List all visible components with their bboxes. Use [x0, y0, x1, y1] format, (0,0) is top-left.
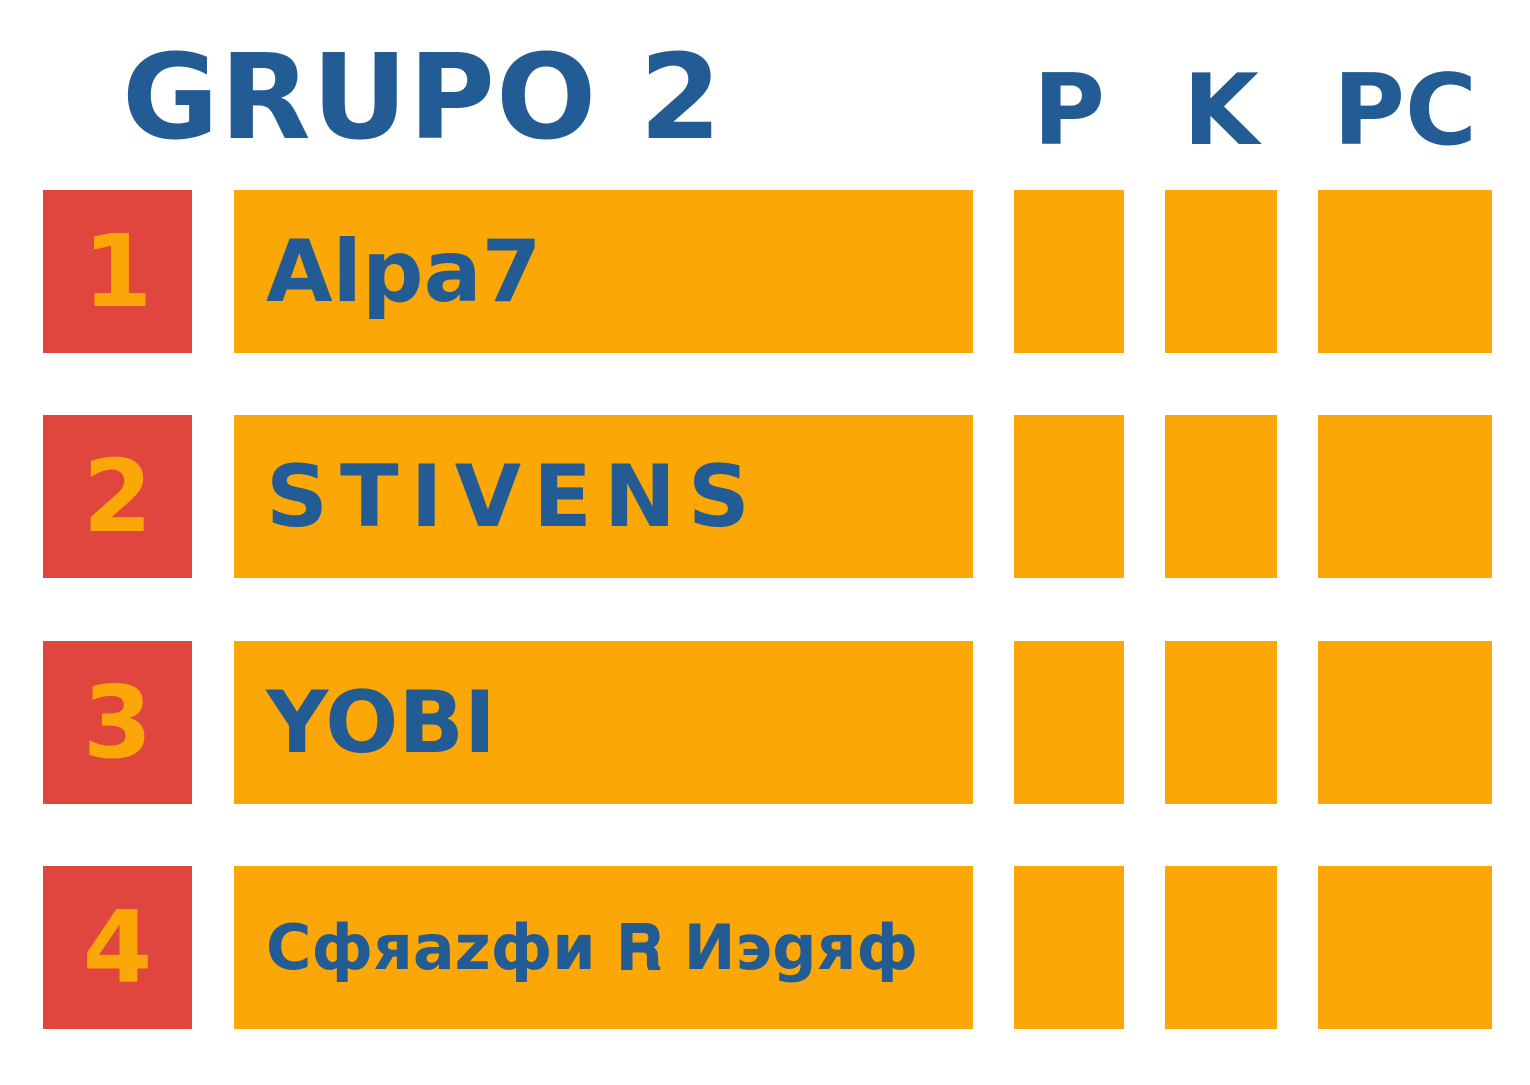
- group-title: GRUPO 2: [122, 28, 723, 166]
- points-cell: [1014, 866, 1124, 1029]
- points-cell: [1014, 415, 1124, 578]
- points-cell: [1014, 641, 1124, 804]
- pc-cell: [1318, 415, 1492, 578]
- team-name: YOBI: [234, 641, 973, 804]
- rank-badge: 3: [43, 641, 192, 804]
- points-cell: [1014, 190, 1124, 353]
- k-cell: [1165, 190, 1277, 353]
- standings-row-3: 3 YOBI: [0, 641, 1530, 804]
- k-cell: [1165, 866, 1277, 1029]
- pc-cell: [1318, 866, 1492, 1029]
- column-header-p: P: [1033, 54, 1105, 168]
- column-header-pc: PC: [1333, 54, 1477, 168]
- team-name: Сфяаzфи 𝐑 Иэgяф: [234, 866, 973, 1029]
- standings-row-4: 4 Сфяаzфи 𝐑 Иэgяф: [0, 866, 1530, 1029]
- pc-cell: [1318, 190, 1492, 353]
- team-name: Alpa7: [234, 190, 973, 353]
- pc-cell: [1318, 641, 1492, 804]
- k-cell: [1165, 641, 1277, 804]
- rank-badge: 2: [43, 415, 192, 578]
- rank-badge: 4: [43, 866, 192, 1029]
- standings-row-2: 2 STIVENS: [0, 415, 1530, 578]
- standings-row-1: 1 Alpa7: [0, 190, 1530, 353]
- k-cell: [1165, 415, 1277, 578]
- column-header-k: K: [1183, 54, 1259, 168]
- team-name: STIVENS: [234, 415, 973, 578]
- rank-badge: 1: [43, 190, 192, 353]
